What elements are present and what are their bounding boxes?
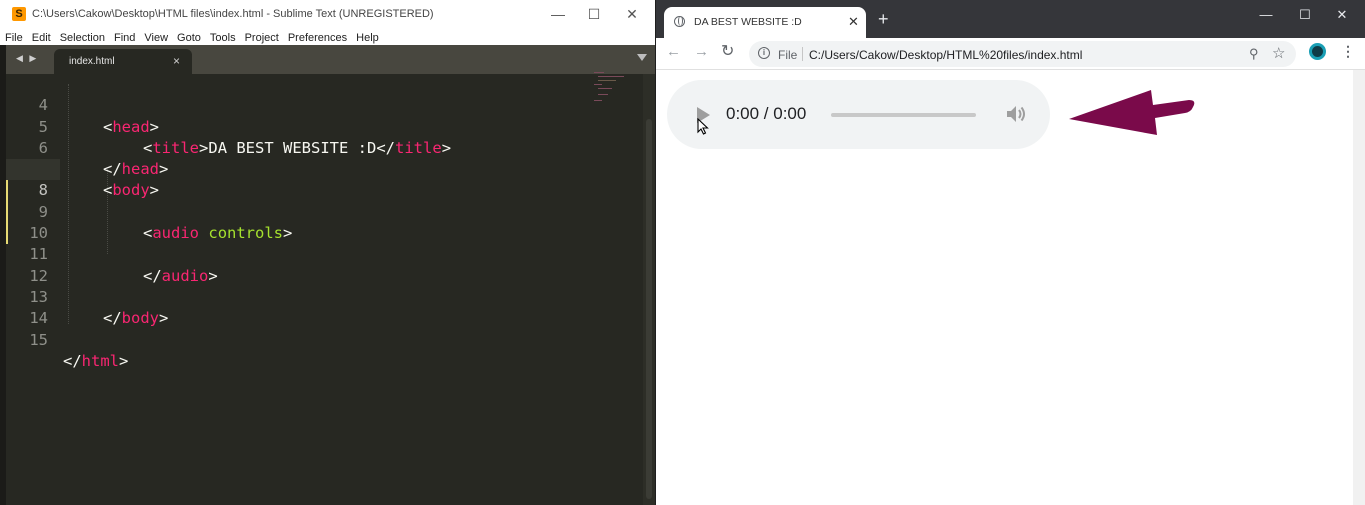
extension-icon[interactable] <box>1309 43 1326 60</box>
more-menu-icon[interactable]: ⋮ <box>1341 43 1355 60</box>
menu-tools[interactable]: Tools <box>205 30 240 44</box>
chrome-close-button[interactable]: ✕ <box>1322 5 1362 25</box>
code-line: 14 <box>6 287 642 327</box>
page-viewport: 0:00 / 0:00 <box>656 70 1353 505</box>
minimap[interactable] <box>592 70 632 110</box>
code-line: 9 <audio controls> <box>6 181 642 242</box>
code-text: </html> <box>63 351 129 370</box>
sublime-app-icon: S <box>12 7 26 21</box>
sublime-vertical-scrollbar[interactable] <box>643 74 655 505</box>
browser-tab[interactable]: DA BEST WEBSITE :D ✕ <box>664 7 866 38</box>
info-icon[interactable]: i <box>758 47 770 59</box>
code-line: 10 <box>6 202 642 242</box>
code-line: 7 <body> <box>6 138 642 199</box>
code-editor[interactable]: 4 <head> 5 <title>DA BEST WEBSITE :D</ti… <box>6 74 642 505</box>
chrome-maximize-button[interactable]: ☐ <box>1285 5 1325 25</box>
code-text: </head> <box>103 160 169 179</box>
back-arrow-icon[interactable]: ← <box>666 43 681 61</box>
menu-find[interactable]: Find <box>109 30 139 44</box>
chrome-window: DA BEST WEBSITE :D ✕ + — ☐ ✕ ← → ↻ i Fil… <box>656 0 1365 505</box>
minimize-button[interactable]: — <box>540 4 576 24</box>
tab-label: index.html <box>69 56 115 67</box>
menu-view[interactable]: View <box>139 30 172 44</box>
chrome-toolbar: ← → ↻ i File C:/Users/Cakow/Desktop/HTML… <box>656 38 1365 70</box>
address-bar[interactable]: i File C:/Users/Cakow/Desktop/HTML%20fil… <box>749 41 1296 67</box>
menu-selection[interactable]: Selection <box>55 30 109 44</box>
tag-name: head <box>121 160 159 179</box>
bookmark-star-icon[interactable]: ☆ <box>1272 44 1285 62</box>
tab-close-icon[interactable]: × <box>173 54 180 68</box>
globe-icon <box>674 16 685 27</box>
menu-help[interactable]: Help <box>351 30 383 44</box>
reload-icon[interactable]: ↻ <box>721 43 734 61</box>
code-line: 5 <title>DA BEST WEBSITE :D</title> <box>6 95 642 157</box>
sublime-menubar: File Edit Selection Find View Goto Tools Projec… <box>0 28 655 45</box>
menu-project[interactable]: Project <box>240 30 283 44</box>
maximize-button[interactable]: ☐ <box>576 4 612 24</box>
code-line: 12 <box>6 244 642 285</box>
tab-dropdown-icon[interactable] <box>637 54 647 61</box>
audio-progress-slider[interactable] <box>831 113 976 117</box>
sublime-tabbar: ◀ ▶ index.html × <box>6 45 655 74</box>
chrome-tabstrip: DA BEST WEBSITE :D ✕ + — ☐ ✕ <box>656 0 1365 38</box>
tab-index-html[interactable]: index.html × <box>54 49 192 74</box>
menu-preferences[interactable]: Preferences <box>283 30 351 44</box>
code-line: 11 </audio> <box>6 223 642 284</box>
code-line: 4 <head> <box>6 74 642 135</box>
tab-nav-arrows[interactable]: ◀ ▶ <box>16 53 38 64</box>
new-tab-button[interactable]: + <box>878 10 889 28</box>
forward-arrow-icon[interactable]: → <box>694 43 709 61</box>
tag-name: html <box>81 351 119 370</box>
code-line: 13 </body> <box>6 266 642 327</box>
browser-tab-title: DA BEST WEBSITE :D <box>694 16 802 28</box>
close-button[interactable]: ✕ <box>614 4 650 24</box>
tab-close-icon[interactable]: ✕ <box>848 14 859 30</box>
audio-time-display: 0:00 / 0:00 <box>726 104 807 123</box>
sublime-window-title: C:\Users\Cakow\Desktop\HTML files\index.… <box>32 8 434 20</box>
menu-edit[interactable]: Edit <box>27 30 55 44</box>
omnibox-separator <box>802 47 803 61</box>
chrome-minimize-button[interactable]: — <box>1246 5 1286 25</box>
menu-file[interactable]: File <box>0 30 27 44</box>
line-number: 15 <box>29 330 48 349</box>
audio-player[interactable]: 0:00 / 0:00 <box>667 80 1050 149</box>
annotation-arrow <box>1061 80 1201 155</box>
code-line: 6 </head> <box>6 117 642 178</box>
code-line-current: 8 <box>6 159 60 199</box>
sublime-titlebar: S C:\Users\Cakow\Desktop\HTML files\inde… <box>0 0 655 28</box>
scrollbar-thumb[interactable] <box>646 119 652 499</box>
url-text[interactable]: C:/Users/Cakow/Desktop/HTML%20files/inde… <box>809 48 1082 62</box>
file-scheme-label: File <box>778 48 798 62</box>
chrome-vertical-scrollbar[interactable] <box>1353 70 1365 505</box>
zoom-icon[interactable]: ⚲ <box>1249 46 1259 62</box>
volume-icon[interactable] <box>1005 104 1027 129</box>
menu-goto[interactable]: Goto <box>172 30 205 44</box>
code-line: 15 </html> <box>6 308 642 370</box>
sublime-window: S C:\Users\Cakow\Desktop\HTML files\inde… <box>0 0 655 505</box>
